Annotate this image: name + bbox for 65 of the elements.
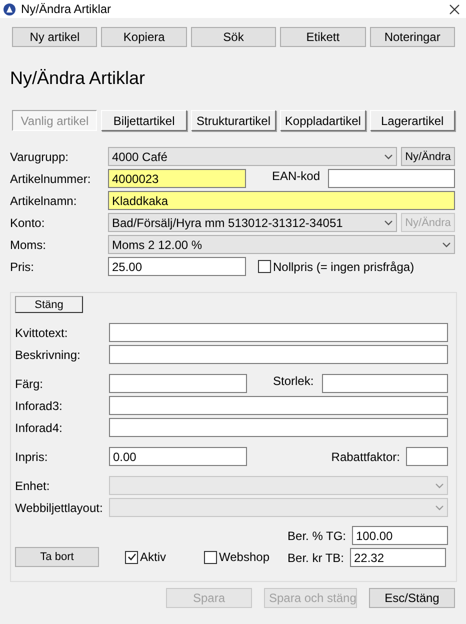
delete-button[interactable]: Ta bort (15, 547, 99, 567)
field-label: Ber. % TG: (288, 528, 346, 542)
page-heading: Ny/Ändra Artiklar (10, 68, 146, 90)
close-button[interactable]: Stäng (15, 296, 83, 313)
tab[interactable]: Lagerartikel (370, 110, 456, 131)
window-title: Ny/Ändra Artiklar (21, 2, 112, 16)
footer-button[interactable]: Esc/Stäng (369, 588, 455, 608)
check-icon (126, 552, 136, 562)
input-field[interactable]: 22.32 (350, 548, 446, 567)
input-field[interactable]: 4000023 (108, 169, 246, 188)
input-field[interactable] (109, 374, 247, 393)
field-label: Webbiljettlayout: (15, 500, 104, 514)
field-label: Färg: (15, 376, 44, 390)
field-label: Pris: (10, 260, 35, 274)
chevron-icon (384, 154, 393, 160)
input-field[interactable]: 100.00 (352, 526, 448, 545)
input-field[interactable] (109, 345, 448, 364)
field-label: Rabattfaktor: (331, 450, 400, 464)
field-label: Konto: (10, 216, 46, 230)
toolbar-button[interactable]: Etikett (280, 27, 366, 47)
input-field[interactable] (109, 418, 448, 437)
chevron-icon (384, 220, 393, 226)
field-label: Beskrivning: (15, 348, 82, 362)
checkbox[interactable] (258, 260, 271, 273)
tab[interactable]: Koppladartikel (280, 110, 366, 131)
field-label: Inforad3: (15, 398, 64, 412)
chevron-icon (435, 504, 444, 510)
field-label: Ber. kr TB: (288, 550, 344, 564)
input-field[interactable]: Kladdkaka (108, 191, 455, 210)
dropdown[interactable]: Moms 2 12.00 % (108, 235, 455, 254)
input-field[interactable]: 0.00 (109, 447, 247, 466)
checkbox[interactable] (204, 550, 218, 564)
input-field[interactable]: 25.00 (108, 257, 246, 276)
field-label: EAN-kod (272, 169, 320, 183)
close-icon (449, 4, 460, 14)
toolbar-button[interactable]: Noteringar (370, 27, 456, 47)
checkbox-label: Webshop (219, 550, 270, 564)
field-label: Artikelnamn: (10, 194, 78, 208)
input-field[interactable] (322, 374, 448, 393)
checkbox-label: Aktiv (140, 550, 166, 564)
field-label: Varugrupp: (10, 150, 70, 164)
side-button[interactable]: Ny/Ändra (401, 147, 455, 166)
input-field[interactable] (109, 396, 448, 415)
field-label: Storlek: (273, 374, 314, 388)
toolbar-button[interactable]: Kopiera (101, 27, 187, 47)
field-label: Moms: (10, 238, 47, 252)
app-icon (3, 2, 16, 16)
input-field[interactable] (109, 323, 448, 342)
field-label: Inpris: (15, 450, 49, 464)
checkbox-label: Nollpris (= ingen prisfråga) (273, 260, 414, 274)
toolbar-button[interactable]: Sök (190, 27, 276, 47)
dropdown[interactable]: 4000 Café (108, 147, 397, 166)
field-label: Artikelnummer: (10, 172, 92, 186)
field-label: Enhet: (15, 478, 51, 492)
input-field[interactable] (328, 169, 455, 188)
tab[interactable]: Biljettartikel (101, 110, 187, 131)
dropdown[interactable]: Bad/Försälj/Hyra mm 513012-31312-34051 (108, 213, 397, 232)
toolbar-button[interactable]: Ny artikel (12, 27, 98, 47)
checkbox[interactable] (125, 550, 138, 564)
chevron-icon (435, 482, 444, 488)
tab[interactable]: Strukturartikel (190, 110, 276, 131)
chevron-icon (442, 242, 451, 248)
field-label: Kvittotext: (15, 326, 69, 340)
field-label: Inforad4: (15, 420, 64, 434)
input-field[interactable] (406, 447, 448, 466)
